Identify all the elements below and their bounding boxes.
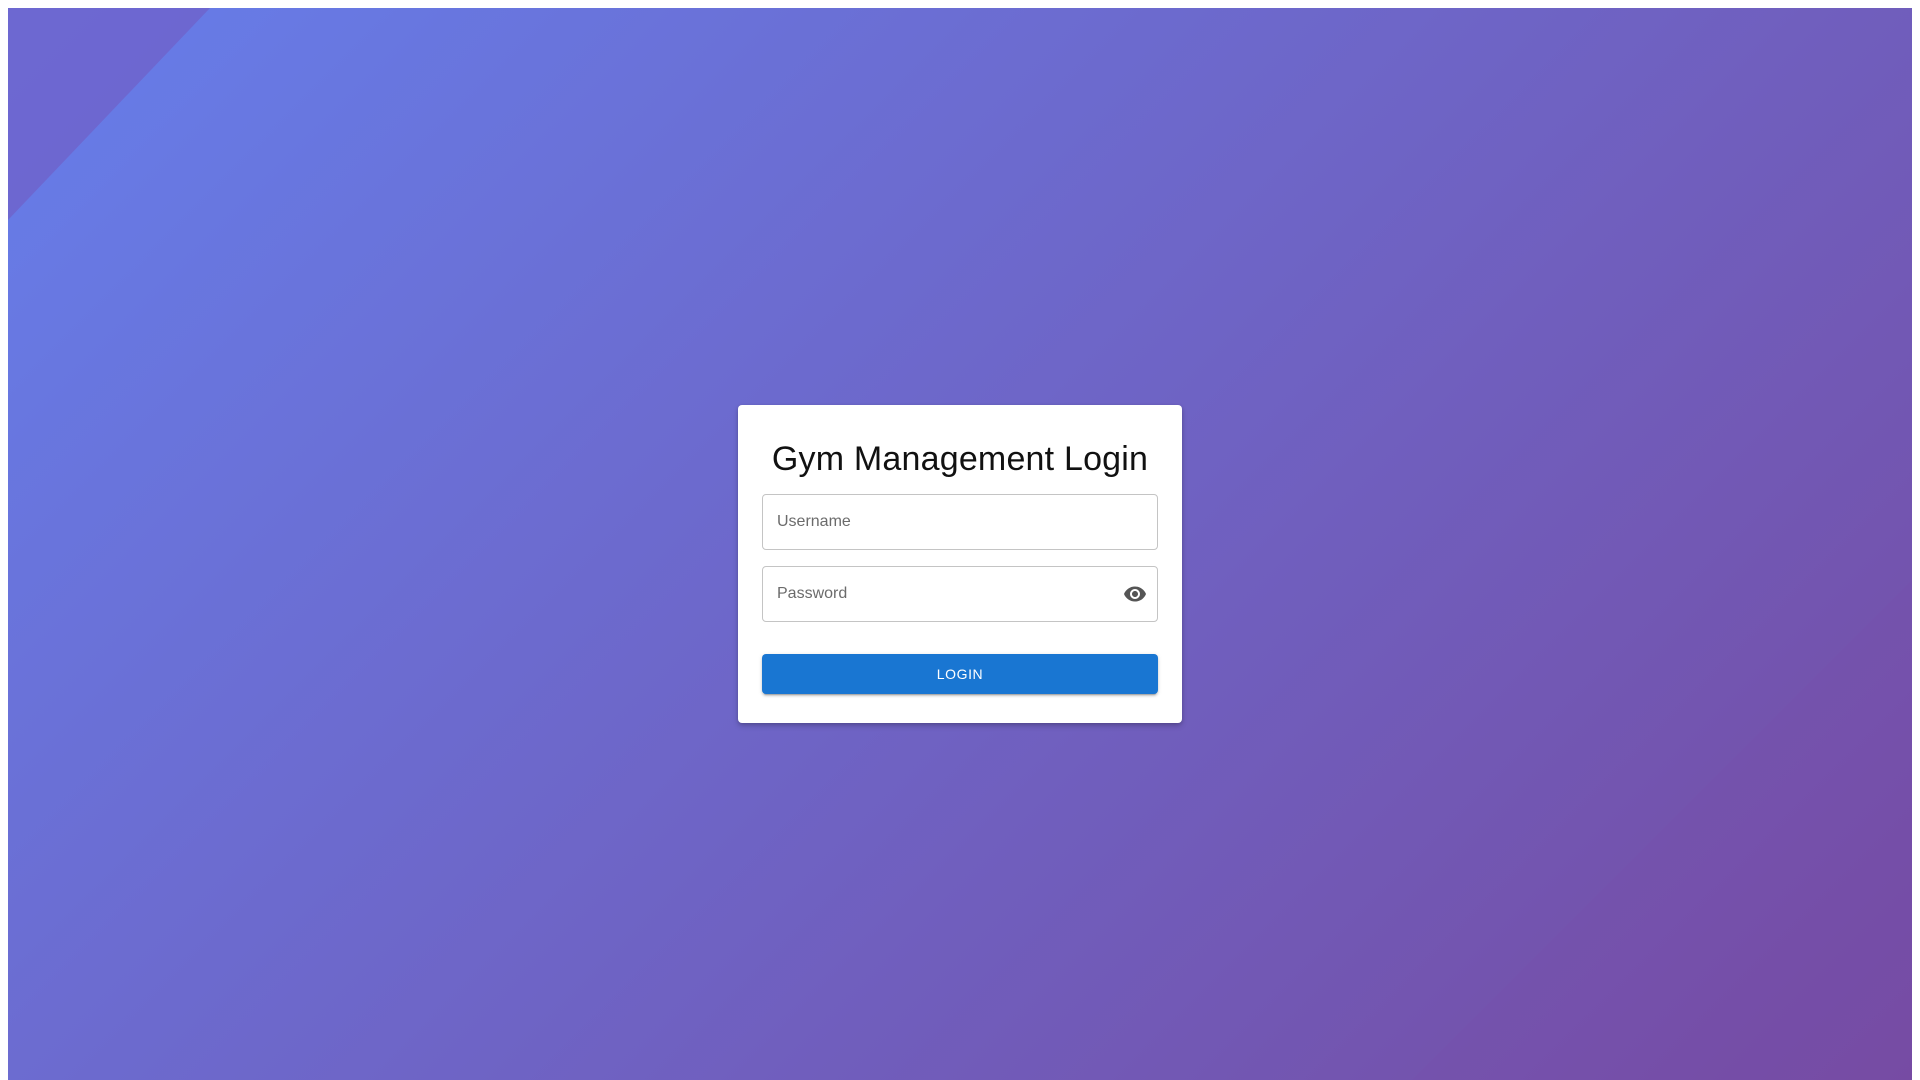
username-input[interactable]: [763, 494, 1157, 549]
decorative-corner-shape-bottom: [1412, 580, 1912, 1080]
eye-icon[interactable]: [1121, 580, 1149, 608]
page-title: Gym Management Login: [771, 440, 1149, 478]
decorative-corner-shape: [8, 8, 210, 220]
password-field[interactable]: [762, 565, 1158, 622]
password-input[interactable]: [763, 566, 1157, 621]
username-field[interactable]: [762, 493, 1158, 550]
page-background: Gym Management Login LOGIN: [8, 8, 1912, 1080]
login-card: Gym Management Login LOGIN: [738, 405, 1182, 723]
login-button[interactable]: LOGIN: [762, 653, 1158, 694]
eye-icon-graphic: [1124, 586, 1146, 602]
